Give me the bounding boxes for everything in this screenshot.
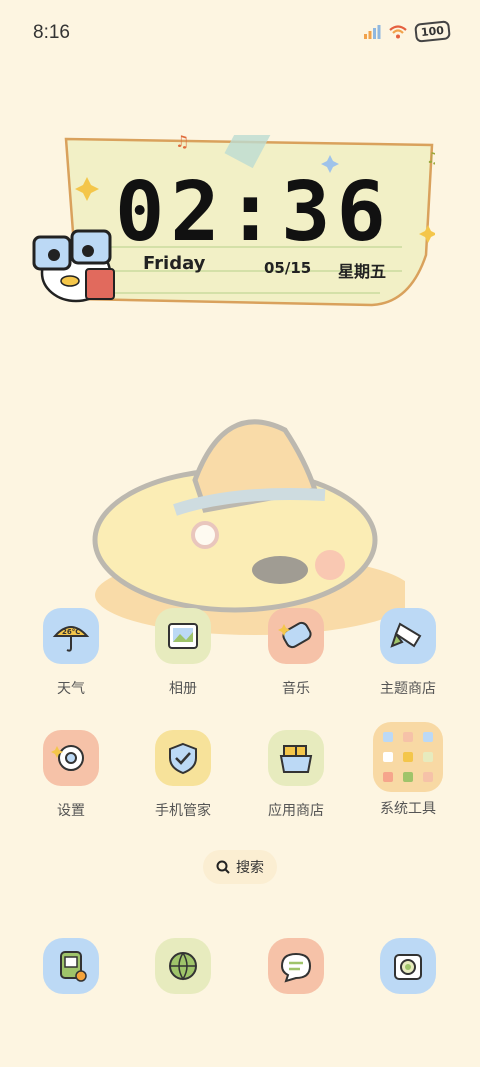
wifi-icon [389, 24, 407, 38]
app-label: 相册 [169, 681, 197, 697]
weather-badge: 26°C [62, 628, 80, 636]
app-phone-manager[interactable]: 手机管家 [138, 730, 228, 820]
status-icons: 100 [363, 20, 451, 43]
app-album[interactable]: 相册 [138, 608, 228, 698]
dock-messages[interactable] [251, 938, 341, 994]
folder-grid-icon [373, 722, 443, 792]
gear-icon [43, 730, 99, 786]
app-label: 音乐 [282, 681, 310, 697]
browser-globe-icon [155, 938, 211, 994]
camera-icon [380, 938, 436, 994]
status-time: 8:16 [33, 22, 70, 43]
clock-weekday-en: Friday [143, 253, 206, 274]
cartoon-bird-sticker [32, 229, 115, 303]
svg-text:♫: ♫ [426, 149, 435, 167]
search-label: 搜索 [236, 860, 264, 876]
battery-indicator: 100 [414, 20, 451, 43]
music-ticket-icon [268, 608, 324, 664]
shield-check-icon [155, 730, 211, 786]
app-label: 天气 [57, 681, 85, 697]
app-label: 系统工具 [380, 801, 436, 817]
app-theme-store[interactable]: 主题商店 [363, 608, 453, 698]
photo-album-icon [155, 608, 211, 664]
message-bubble-icon [268, 938, 324, 994]
clock-date: 05/15 [264, 259, 312, 277]
status-bar: 8:16 100 [0, 0, 480, 66]
app-store-bag-icon [268, 730, 324, 786]
theme-brush-icon [380, 608, 436, 664]
app-label: 手机管家 [155, 803, 211, 819]
app-label: 设置 [57, 803, 85, 819]
app-label: 主题商店 [380, 681, 436, 697]
app-music[interactable]: 音乐 [251, 608, 341, 698]
phone-icon [43, 938, 99, 994]
app-settings[interactable]: 设置 [26, 730, 116, 820]
sleeping-duck-wallpaper [92, 419, 405, 635]
signal-icon [364, 24, 381, 39]
app-system-tools-folder[interactable]: 系统工具 [363, 722, 453, 818]
app-app-store[interactable]: 应用商店 [251, 730, 341, 820]
dock-camera[interactable] [363, 938, 453, 994]
app-weather[interactable]: 26°C 天气 [26, 608, 116, 698]
svg-text:♫: ♫ [175, 135, 189, 151]
dock-phone[interactable] [26, 938, 116, 994]
search-button[interactable]: 搜索 [203, 850, 277, 884]
umbrella-weather-icon: 26°C [43, 608, 99, 664]
app-label: 应用商店 [268, 803, 324, 819]
clock-weekday-cn: 星期五 [338, 262, 387, 281]
dock-browser[interactable] [138, 938, 228, 994]
search-icon [216, 860, 230, 874]
clock-time: 02:36 [115, 165, 392, 260]
